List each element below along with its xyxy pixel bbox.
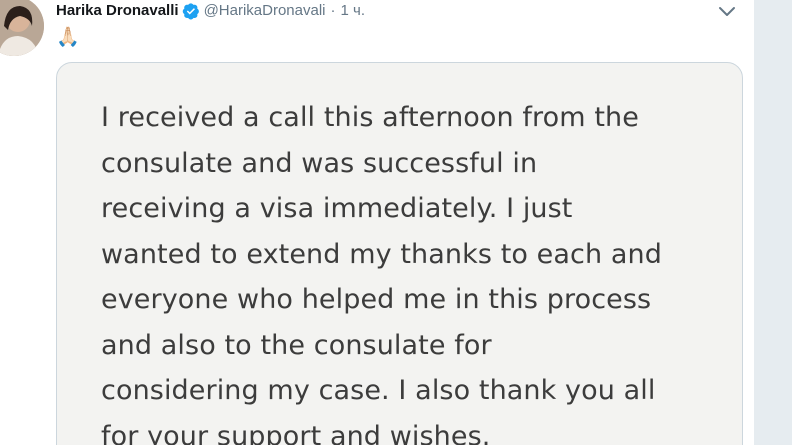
note-line: considering my case. I also thank you al… <box>101 375 656 406</box>
right-rail <box>754 0 792 445</box>
separator-dot: · <box>330 2 336 19</box>
verified-badge-icon <box>182 2 200 20</box>
note-line: for your support and wishes. <box>101 420 491 445</box>
timestamp[interactable]: 1 ч. <box>341 1 366 21</box>
note-line: I received a call this afternoon from th… <box>101 102 639 133</box>
chevron-down-icon[interactable] <box>716 4 738 20</box>
note-line: consulate and was successful in <box>101 147 538 179</box>
note-line: and also to the consulate for <box>101 329 492 361</box>
tweet-header: Harika Dronavalli @HarikaDronavali · 1 ч… <box>56 0 365 22</box>
avatar[interactable] <box>0 0 44 56</box>
tweet-text-emoji: 🙏🏻 <box>56 26 80 48</box>
note-line: everyone who helped me in this process <box>101 284 652 315</box>
handle[interactable]: @HarikaDronavali <box>204 1 326 21</box>
tweet[interactable]: Harika Dronavalli @HarikaDronavali · 1 ч… <box>0 0 754 445</box>
display-name[interactable]: Harika Dronavalli <box>56 1 179 21</box>
page: Harika Dronavalli @HarikaDronavali · 1 ч… <box>0 0 792 445</box>
avatar-photo <box>0 0 44 56</box>
tweet-image[interactable]: I received a call this afternoon from th… <box>56 62 743 445</box>
note-line: receiving a visa immediately. I just <box>101 193 573 224</box>
note-line: wanted to extend my thanks to each and <box>101 238 662 270</box>
note-text: I received a call this afternoon from th… <box>101 95 721 445</box>
